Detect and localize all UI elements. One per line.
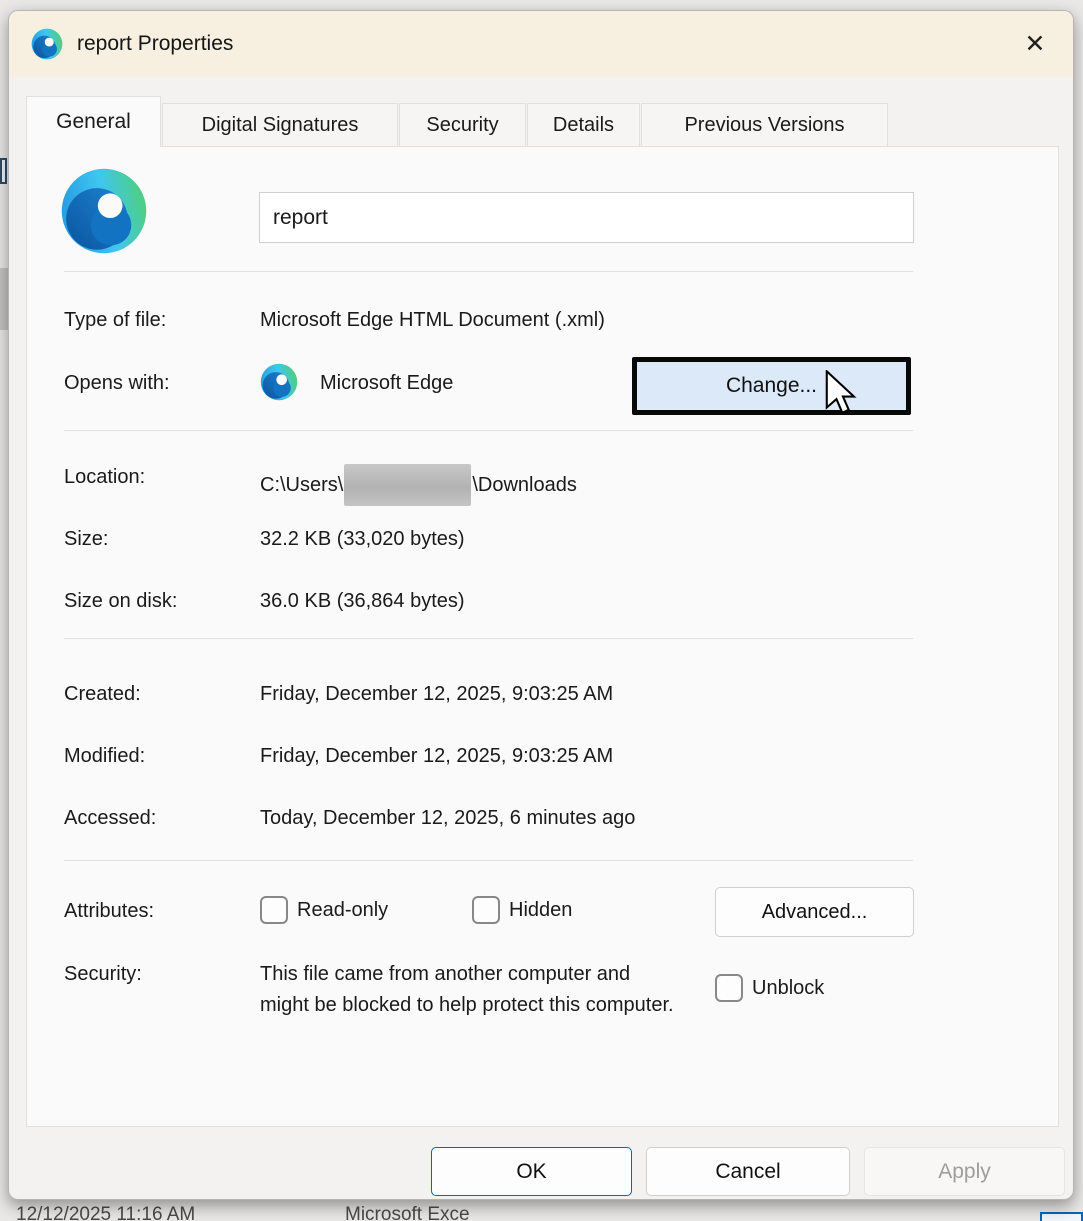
separator [64,271,913,272]
created-value: Friday, December 12, 2025, 9:03:25 AM [260,683,613,706]
opens-with-value: Microsoft Edge [320,372,453,395]
readonly-label: Read-only [297,899,388,922]
size-value: 32.2 KB (33,020 bytes) [260,528,465,551]
location-prefix: C:\Users\ [260,474,343,497]
hidden-label: Hidden [509,899,572,922]
ok-button[interactable]: OK [431,1147,632,1196]
redacted-username [344,464,471,506]
microsoft-edge-icon [260,363,298,401]
background-fragment [0,158,7,184]
filename-input[interactable] [259,192,914,243]
accessed-label: Accessed: [64,807,156,830]
modified-value: Friday, December 12, 2025, 9:03:25 AM [260,745,613,768]
separator [64,430,913,431]
separator [64,860,913,861]
hidden-checkbox[interactable] [472,896,500,924]
type-of-file-label: Type of file: [64,309,166,332]
tab-general[interactable]: General [26,96,161,147]
cancel-button[interactable]: Cancel [646,1147,850,1196]
tab-details[interactable]: Details [527,103,640,146]
modified-label: Modified: [64,745,145,768]
general-tab-page: Type of file: Microsoft Edge HTML Docume… [26,146,1059,1127]
tab-previous-versions[interactable]: Previous Versions [641,103,888,146]
edge-file-icon [60,167,148,255]
readonly-checkbox[interactable] [260,896,288,924]
type-of-file-value: Microsoft Edge HTML Document (.xml) [260,309,605,332]
security-text: This file came from another computer and… [260,959,680,1021]
readonly-checkbox-row: Read-only [260,896,388,924]
location-label: Location: [64,466,145,489]
background-file-type: Microsoft Exce [345,1204,470,1221]
advanced-button[interactable]: Advanced... [715,887,914,937]
location-suffix: \Downloads [472,474,577,497]
unblock-checkbox[interactable] [715,974,743,1002]
attributes-label: Attributes: [64,900,154,923]
opens-with-label: Opens with: [64,372,170,395]
size-on-disk-value: 36.0 KB (36,864 bytes) [260,590,465,613]
apply-button[interactable]: Apply [864,1147,1065,1196]
background-fragment [0,268,8,330]
properties-dialog: report Properties ✕ General Digital Sign… [8,10,1074,1200]
mouse-cursor [824,370,858,414]
size-on-disk-label: Size on disk: [64,590,177,613]
hidden-checkbox-row: Hidden [472,896,572,924]
unblock-label: Unblock [752,977,824,1000]
size-label: Size: [64,528,108,551]
window-title: report Properties [77,32,233,56]
edge-logo-icon [31,28,63,60]
created-label: Created: [64,683,141,706]
security-label: Security: [64,963,142,986]
close-icon[interactable]: ✕ [1013,23,1057,65]
tab-digital-signatures[interactable]: Digital Signatures [162,103,398,146]
accessed-value: Today, December 12, 2025, 6 minutes ago [260,807,635,830]
unblock-checkbox-row: Unblock [715,974,824,1002]
background-file-date: 12/12/2025 11:16 AM [16,1204,195,1221]
separator [64,638,913,639]
tab-security[interactable]: Security [399,103,526,146]
title-bar: report Properties [9,11,1073,77]
background-selected-row [1040,1212,1083,1221]
change-button[interactable]: Change... [632,357,911,415]
location-value: C:\Users\ \Downloads [260,464,577,506]
